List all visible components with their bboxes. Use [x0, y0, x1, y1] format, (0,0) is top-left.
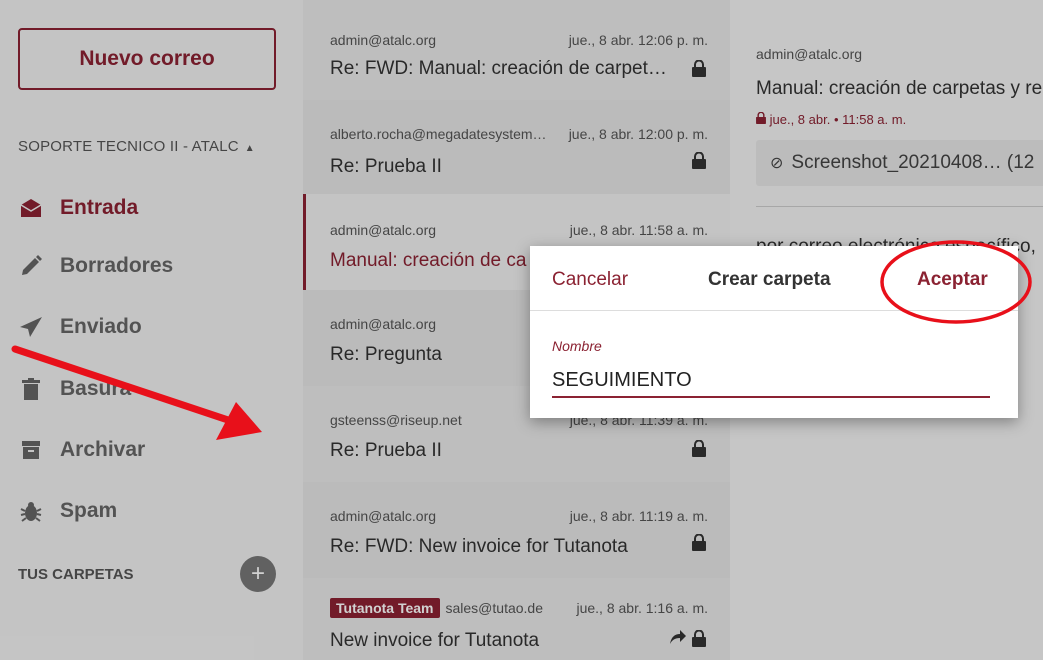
mail-date: jue., 8 abr. 11:19 a. m. — [569, 508, 708, 524]
cancel-button[interactable]: Cancelar — [552, 269, 628, 291]
lock-icon — [692, 151, 706, 174]
archive-icon — [18, 437, 44, 463]
mail-sender: alberto.rocha@megadatesystem… — [330, 126, 547, 142]
attachment-name: Screenshot_20210408… (12 — [791, 152, 1035, 173]
mail-date: jue., 8 abr. 11:58 a. m. — [569, 222, 708, 238]
inbox-icon — [18, 195, 44, 221]
mail-row[interactable]: admin@atalc.org jue., 8 abr. 12:06 p. m.… — [303, 0, 730, 100]
dialog-title: Crear carpeta — [708, 269, 831, 290]
mail-sender: sales@tutao.de — [445, 600, 544, 616]
accept-button[interactable]: Aceptar — [917, 269, 988, 291]
paperclip-icon: ⊘ — [770, 155, 784, 172]
preview-subject: Manual: creación de carpetas y re — [756, 78, 1043, 99]
sidebar-item-archivar[interactable]: Archivar — [18, 430, 145, 470]
preview-date: jue., 8 abr. • 11:58 a. m. — [769, 112, 907, 127]
mail-row[interactable]: alberto.rocha@megadatesystem… jue., 8 ab… — [303, 100, 730, 193]
mail-subject: Re: Pregunta — [330, 344, 442, 365]
bug-icon — [18, 498, 44, 524]
lock-icon — [692, 629, 706, 652]
name-field-label: Nombre — [552, 338, 602, 354]
mail-sender-line: Tutanota Team sales@tutao.de — [330, 598, 543, 618]
sidebar: Nuevo correo SOPORTE TECNICO II - ATALC ▲… — [0, 0, 303, 660]
mail-date: jue., 8 abr. 12:06 p. m. — [568, 32, 708, 48]
mail-sender: gsteenss@riseup.net — [330, 412, 462, 428]
sidebar-item-enviado[interactable]: Enviado — [18, 307, 142, 347]
sidebar-item-entrada[interactable]: Entrada — [18, 188, 138, 228]
caret-up-icon: ▲ — [244, 143, 255, 154]
sidebar-item-spam[interactable]: Spam — [18, 491, 117, 531]
mail-row[interactable]: Tutanota Team sales@tutao.de jue., 8 abr.… — [303, 578, 730, 660]
mail-sender: admin@atalc.org — [330, 222, 437, 238]
account-selector[interactable]: SOPORTE TECNICO II - ATALC ▲ — [18, 138, 255, 155]
preview-date-line: jue., 8 abr. • 11:58 a. m. — [756, 111, 907, 127]
mail-subject: Re: Prueba II — [330, 440, 442, 461]
mail-subject: New invoice for Tutanota — [330, 630, 540, 651]
lock-icon — [692, 533, 706, 556]
account-name: SOPORTE TECNICO II - ATALC — [18, 138, 239, 155]
mail-subject: Re: FWD: Manual: creación de carpet… — [330, 58, 667, 79]
mail-sender: admin@atalc.org — [330, 316, 437, 332]
mail-status-icons — [670, 629, 706, 652]
divider — [756, 206, 1043, 207]
mail-date: jue., 8 abr. 12:00 p. m. — [568, 126, 708, 142]
sidebar-item-label: Spam — [60, 499, 118, 522]
lock-icon — [692, 59, 706, 82]
sender-tag: Tutanota Team — [330, 598, 440, 618]
create-folder-dialog: Cancelar Crear carpeta Aceptar Nombre — [530, 246, 1018, 418]
sidebar-item-label: Enviado — [60, 315, 142, 338]
add-folder-button[interactable]: + — [240, 556, 276, 592]
mail-sender: admin@atalc.org — [330, 32, 437, 48]
lock-icon — [756, 111, 766, 127]
pencil-icon — [18, 253, 44, 279]
trash-icon — [18, 376, 44, 402]
sidebar-item-basura[interactable]: Basura — [18, 369, 131, 409]
sidebar-item-borradores[interactable]: Borradores — [18, 246, 173, 286]
mail-subject: Manual: creación de ca — [330, 250, 527, 271]
send-icon — [18, 314, 44, 340]
mail-subject: Re: FWD: New invoice for Tutanota — [330, 536, 628, 557]
forward-icon — [670, 630, 686, 652]
folder-name-input[interactable] — [552, 364, 990, 398]
sidebar-item-label: Basura — [60, 377, 132, 400]
folders-heading: TUS CARPETAS — [18, 566, 134, 583]
attachment-chip[interactable]: ⊘ Screenshot_20210408… (12 — [756, 140, 1043, 186]
selection-indicator — [303, 194, 306, 290]
sidebar-item-label: Borradores — [60, 254, 174, 277]
preview-sender: admin@atalc.org — [756, 46, 863, 62]
mail-sender: admin@atalc.org — [330, 508, 437, 524]
sidebar-item-label: Archivar — [60, 438, 146, 461]
mail-row[interactable]: admin@atalc.org jue., 8 abr. 11:19 a. m.… — [303, 482, 730, 578]
dialog-header: Cancelar Crear carpeta Aceptar — [530, 246, 1018, 311]
mail-subject: Re: Prueba II — [330, 156, 442, 177]
sidebar-item-label: Entrada — [60, 196, 139, 219]
mail-date: jue., 8 abr. 1:16 a. m. — [576, 600, 708, 616]
new-mail-button[interactable]: Nuevo correo — [18, 28, 276, 90]
lock-icon — [692, 439, 706, 462]
